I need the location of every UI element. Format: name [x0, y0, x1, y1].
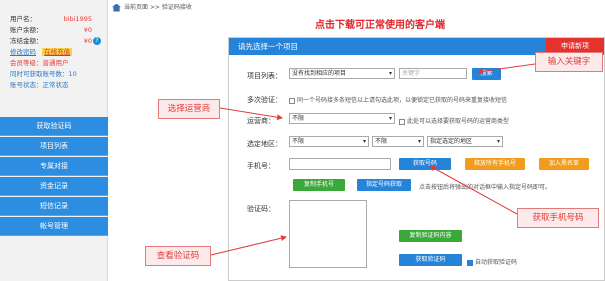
annotation-arrows: [210, 63, 536, 256]
arrow-carrier: [219, 107, 283, 121]
arrow-get-phone: [429, 165, 518, 215]
arrow-keyword: [477, 63, 536, 75]
arrow-view-code: [210, 235, 287, 256]
